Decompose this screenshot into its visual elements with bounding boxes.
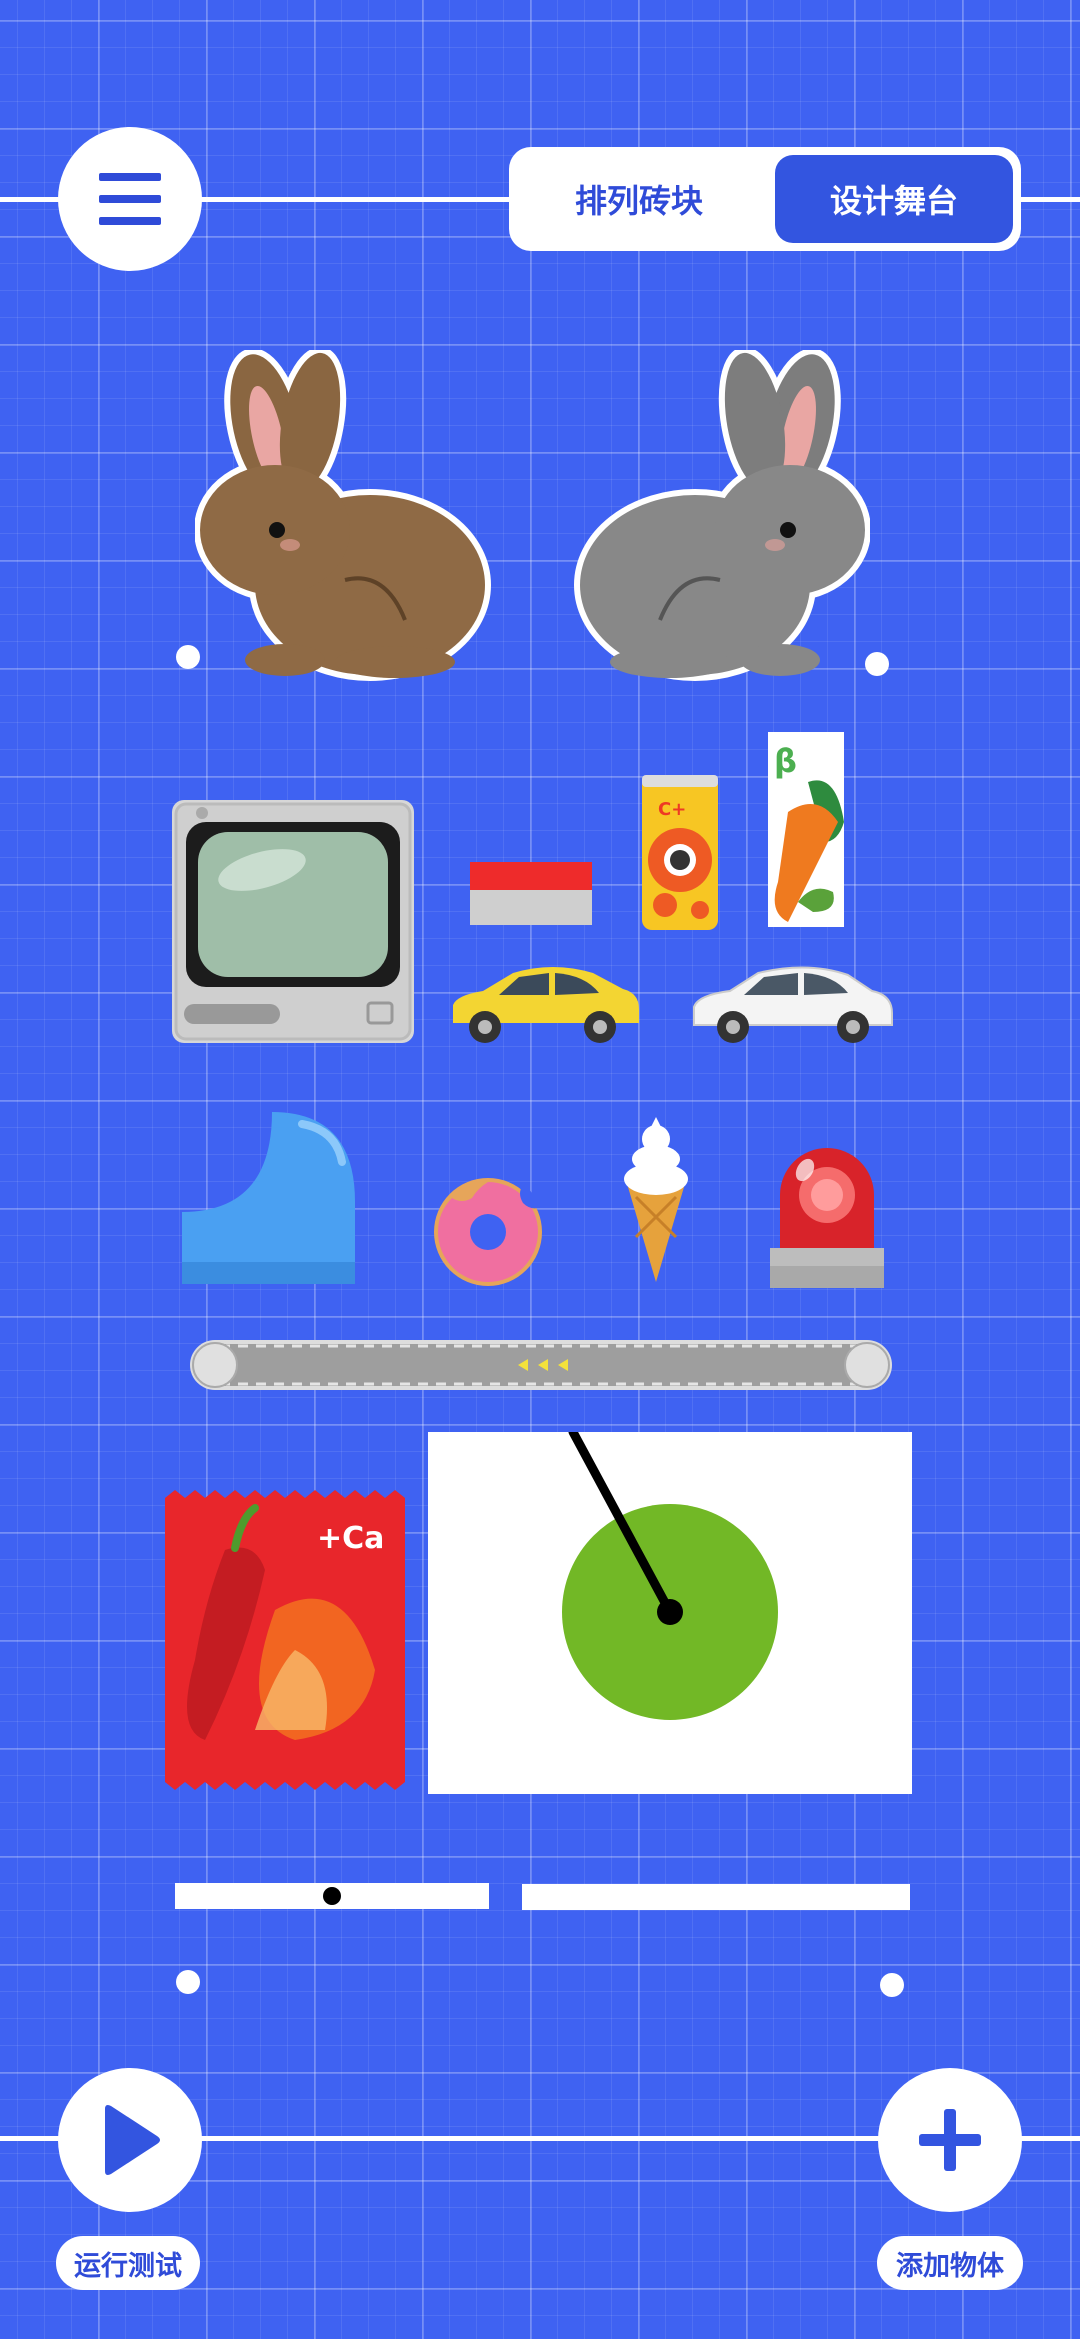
- hamburger-icon: [99, 173, 161, 225]
- anchor-dot-1[interactable]: [176, 645, 200, 669]
- anchor-dot-4[interactable]: [880, 1973, 904, 1997]
- run-test-label[interactable]: 运行测试: [56, 2236, 200, 2290]
- chili-snack-bag-icon[interactable]: +Ca: [165, 1490, 405, 1790]
- white-car-icon[interactable]: [688, 965, 896, 1045]
- white-bar-right[interactable]: [522, 1884, 910, 1910]
- juice-label: β: [774, 742, 797, 780]
- play-icon: [105, 2105, 160, 2175]
- tab-design-stage[interactable]: 设计舞台: [775, 155, 1013, 243]
- tab-arrange-blocks[interactable]: 排列砖块: [517, 155, 761, 243]
- pivot-dot: [657, 1599, 683, 1625]
- bar-joint-dot[interactable]: [323, 1887, 341, 1905]
- yellow-car-icon[interactable]: [445, 965, 643, 1045]
- add-object-label[interactable]: 添加物体: [877, 2236, 1023, 2290]
- carrot-juice-box-icon[interactable]: β: [768, 732, 844, 927]
- conveyor-belt-icon[interactable]: [190, 1340, 892, 1390]
- gray-rabbit-icon[interactable]: [560, 350, 870, 685]
- anchor-dot-3[interactable]: [176, 1970, 200, 1994]
- menu-button[interactable]: [58, 127, 202, 271]
- snack-bag-label: +Ca: [317, 1521, 384, 1556]
- ice-cream-cone-icon[interactable]: [622, 1117, 690, 1282]
- energy-drink-can-icon[interactable]: C+: [640, 775, 720, 930]
- blue-ramp-icon[interactable]: [182, 1112, 355, 1284]
- run-test-button[interactable]: [58, 2068, 202, 2212]
- anchor-dot-2[interactable]: [865, 652, 889, 676]
- mode-switch: 排列砖块 设计舞台: [509, 147, 1021, 251]
- donut-icon[interactable]: [428, 1177, 548, 1287]
- brown-rabbit-icon[interactable]: [195, 350, 505, 685]
- add-object-button[interactable]: [878, 2068, 1022, 2212]
- red-siren-icon[interactable]: [770, 1140, 884, 1288]
- retro-tv-icon[interactable]: [172, 800, 414, 1043]
- plus-icon: [919, 2109, 981, 2171]
- can-label: C+: [658, 799, 686, 820]
- red-gray-block-icon[interactable]: [470, 862, 592, 925]
- pendulum-panel[interactable]: [428, 1432, 912, 1794]
